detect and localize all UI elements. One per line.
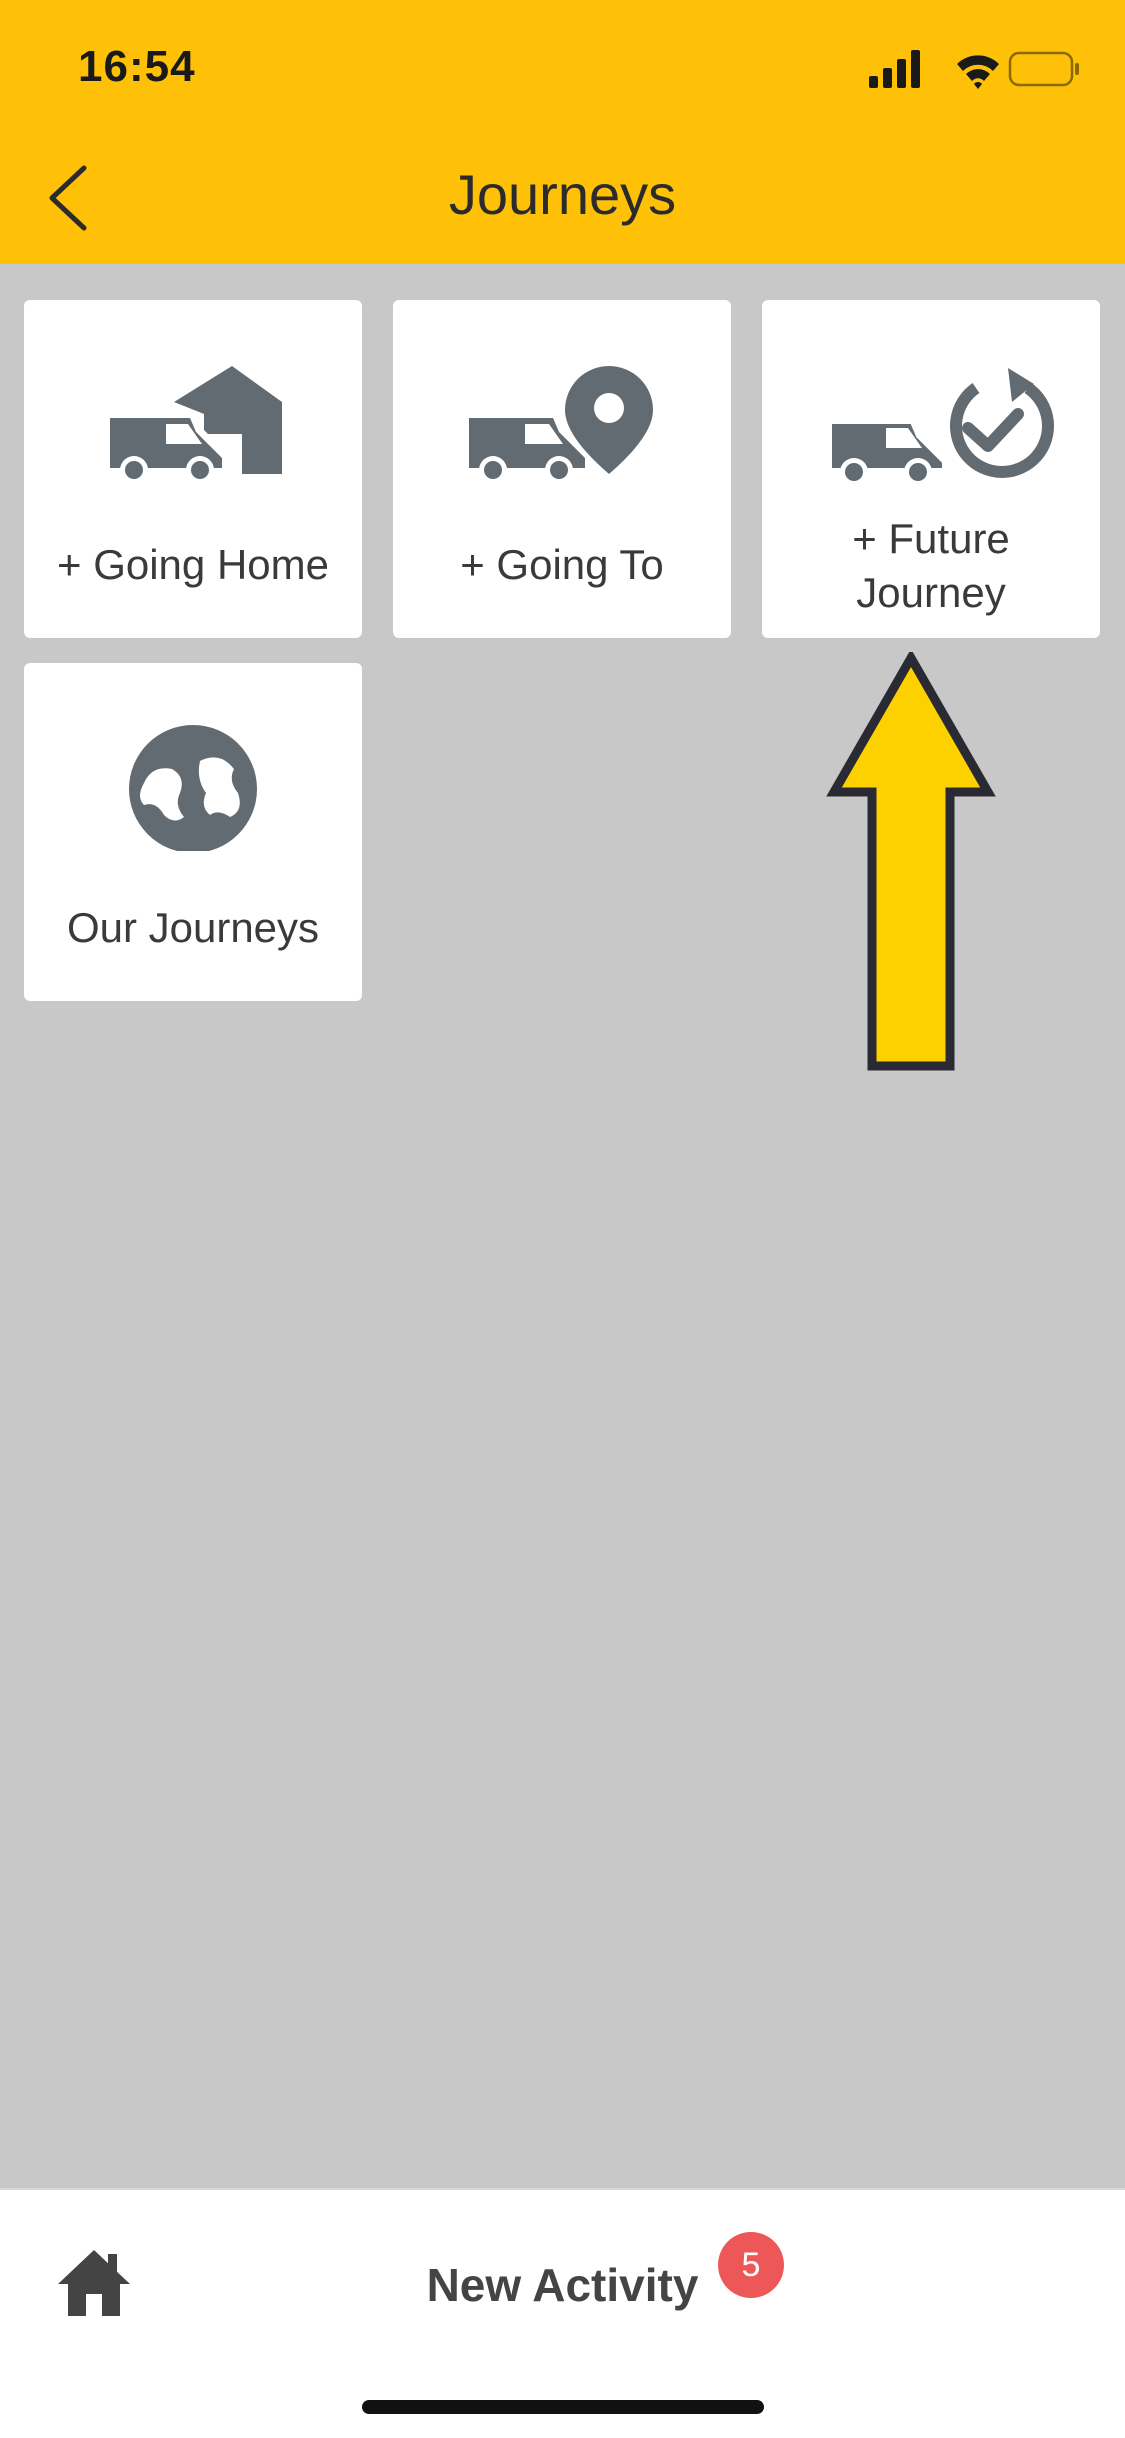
going-home-tile[interactable]: + Going Home [24, 300, 362, 638]
tile-label: + Going Home [57, 541, 329, 588]
cellular-signal-icon [869, 50, 920, 88]
van-scheduled-check-icon [828, 368, 1054, 486]
page-title: Journeys [448, 163, 677, 226]
wifi-icon [957, 55, 999, 89]
home-indicator [362, 2400, 764, 2414]
notification-badge: 5 [718, 2232, 784, 2298]
battery-icon [1008, 51, 1079, 87]
van-home-icon [104, 366, 282, 484]
van-location-pin-icon [469, 366, 653, 484]
tile-label: + Going To [460, 541, 664, 588]
new-activity-button[interactable]: New Activity [0, 2258, 1125, 2312]
our-journeys-tile[interactable]: Our Journeys [24, 663, 362, 1001]
header-bar: 16:54 Journeys [0, 0, 1125, 264]
status-time: 16:54 [78, 42, 196, 91]
tile-label: + Future Journey [852, 515, 1010, 616]
status-icons [869, 50, 1079, 89]
future-journey-tile[interactable]: + Future Journey [762, 300, 1100, 638]
arrow-up-icon [826, 652, 996, 1071]
tile-label: Our Journeys [66, 904, 320, 951]
going-to-tile[interactable]: + Going To [393, 300, 731, 638]
globe-icon [129, 725, 257, 851]
